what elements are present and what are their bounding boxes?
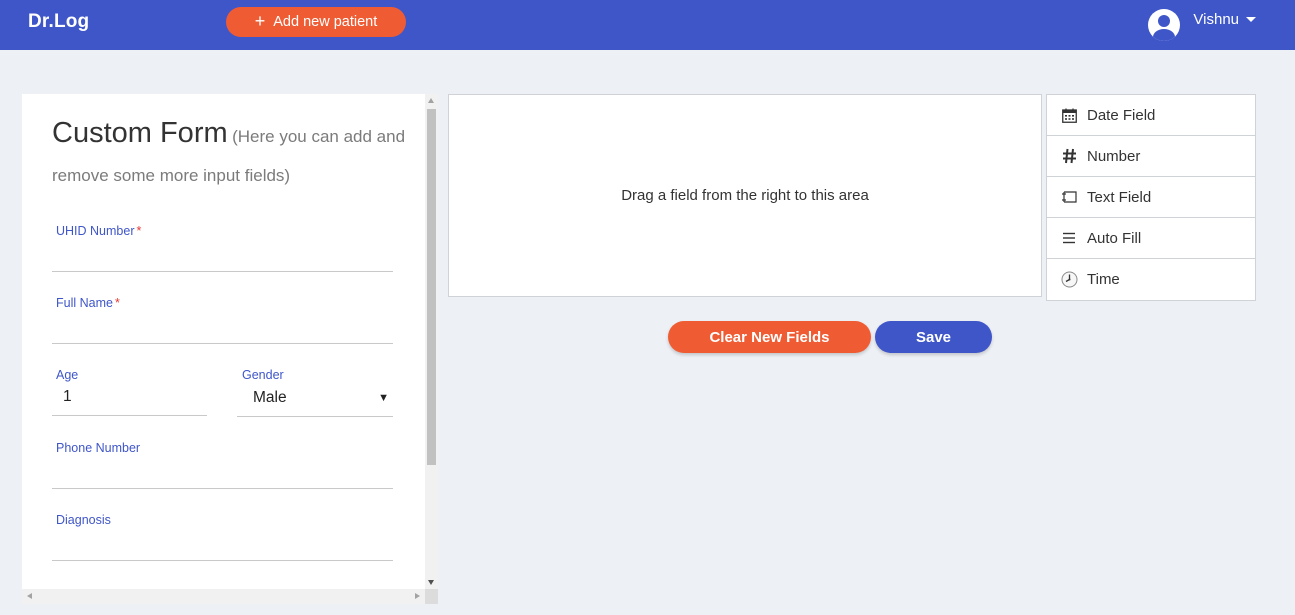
- age-field[interactable]: Age 1: [52, 368, 207, 416]
- palette-item-label: Time: [1087, 271, 1120, 288]
- user-menu[interactable]: Vishnu: [1148, 9, 1256, 41]
- full-name-field[interactable]: Full Name *: [52, 296, 393, 344]
- gender-select[interactable]: Gender Male ▼: [237, 368, 393, 417]
- scroll-down-icon[interactable]: [428, 580, 434, 585]
- age-value: 1: [63, 388, 72, 405]
- scrollbar-corner: [425, 589, 438, 604]
- plus-icon: +: [254, 10, 266, 31]
- calendar-icon: [1060, 106, 1078, 124]
- custom-form-panel: Custom Form (Here you can add and remove…: [22, 94, 425, 589]
- full-name-label: Full Name *: [56, 296, 120, 310]
- field-palette: Date Field Number Text Field Auto Fill T…: [1046, 94, 1256, 301]
- palette-item-auto-fill[interactable]: Auto Fill: [1047, 218, 1255, 259]
- palette-item-time[interactable]: Time: [1047, 259, 1255, 300]
- palette-item-label: Text Field: [1087, 188, 1152, 206]
- phone-number-field[interactable]: Phone Number: [52, 441, 393, 489]
- top-navbar: Dr.Log + Add new patient Vishnu: [0, 0, 1295, 50]
- horizontal-scrollbar[interactable]: [22, 589, 425, 604]
- drop-zone-hint: Drag a field from the right to this area: [621, 187, 869, 204]
- text-field-icon: [1060, 188, 1078, 206]
- uhid-number-label: UHID Number *: [56, 224, 142, 238]
- scroll-up-icon[interactable]: [428, 98, 434, 103]
- hash-icon: [1060, 147, 1078, 165]
- vertical-scrollbar[interactable]: [425, 94, 438, 589]
- palette-item-text-field[interactable]: Text Field: [1047, 177, 1255, 218]
- field-drop-zone[interactable]: Drag a field from the right to this area: [448, 94, 1042, 297]
- form-heading: Custom Form (Here you can add and remove…: [52, 114, 412, 196]
- gender-label: Gender: [242, 368, 284, 382]
- save-button[interactable]: Save: [875, 321, 992, 353]
- user-name: Vishnu: [1193, 11, 1239, 28]
- user-avatar-icon: [1148, 9, 1181, 41]
- form-title: Custom Form: [52, 117, 228, 149]
- diagnosis-field[interactable]: Diagnosis: [52, 513, 393, 561]
- scrollbar-thumb[interactable]: [427, 109, 436, 465]
- scroll-right-icon[interactable]: [415, 593, 420, 599]
- clear-new-fields-button[interactable]: Clear New Fields: [668, 321, 871, 353]
- scroll-left-icon[interactable]: [27, 593, 32, 599]
- palette-item-number[interactable]: Number: [1047, 136, 1255, 177]
- gender-value: Male: [253, 389, 287, 406]
- age-label: Age: [56, 368, 79, 382]
- add-new-patient-button[interactable]: + Add new patient: [226, 7, 406, 37]
- list-icon: [1060, 229, 1078, 247]
- palette-item-date-field[interactable]: Date Field: [1047, 95, 1255, 136]
- uhid-number-field[interactable]: UHID Number *: [52, 224, 393, 272]
- add-new-patient-label: Add new patient: [273, 14, 378, 30]
- palette-item-label: Auto Fill: [1087, 229, 1142, 247]
- clock-icon: [1060, 271, 1078, 289]
- palette-item-label: Date Field: [1087, 106, 1156, 124]
- phone-number-label: Phone Number: [56, 441, 141, 455]
- brand-logo[interactable]: Dr.Log: [28, 11, 89, 33]
- palette-item-label: Number: [1087, 147, 1141, 165]
- diagnosis-label: Diagnosis: [56, 513, 111, 527]
- chevron-down-icon: [1246, 17, 1256, 22]
- dropdown-arrow-icon: ▼: [378, 392, 389, 404]
